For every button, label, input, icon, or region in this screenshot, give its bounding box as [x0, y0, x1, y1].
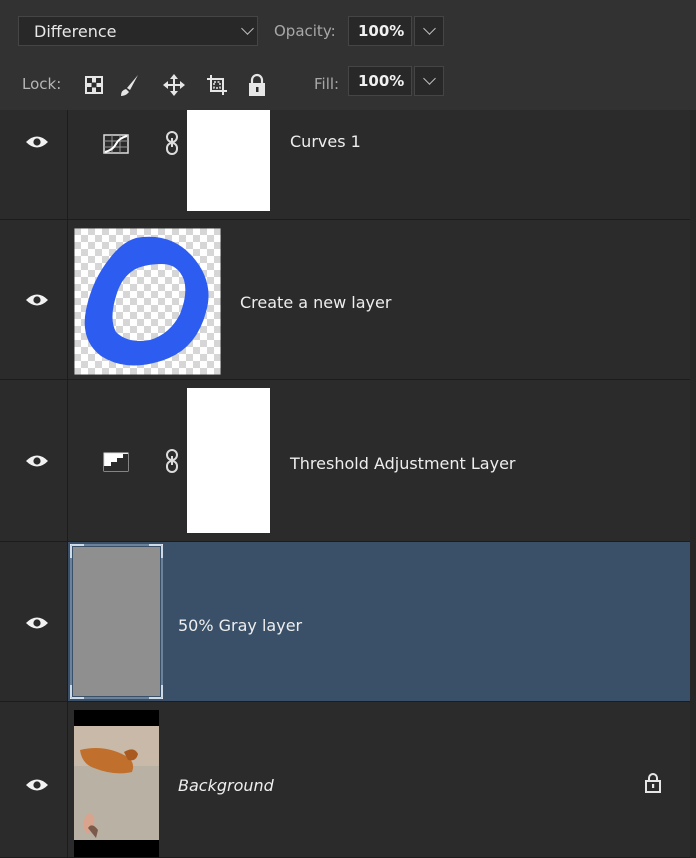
threshold-icon	[103, 452, 129, 472]
layer-name[interactable]: Threshold Adjustment Layer	[290, 454, 516, 473]
lock-all-icon[interactable]	[243, 71, 271, 99]
lock-label: Lock:	[22, 75, 62, 93]
visibility-column	[0, 702, 68, 857]
layer-row[interactable]: Create a new layer	[0, 220, 690, 380]
eye-icon[interactable]	[25, 453, 49, 469]
fill-value: 100%	[358, 72, 405, 90]
blend-mode-dropdown[interactable]: Difference	[18, 16, 258, 46]
layer-name[interactable]: 50% Gray layer	[178, 616, 302, 635]
chevron-down-icon	[423, 72, 436, 85]
lock-image-pixels-icon[interactable]	[116, 71, 144, 99]
curves-icon	[103, 134, 129, 154]
chevron-down-icon	[241, 22, 254, 35]
visibility-column	[0, 542, 68, 701]
layer-name[interactable]: Create a new layer	[240, 293, 391, 312]
visibility-column	[0, 380, 68, 541]
layer-row[interactable]: Threshold Adjustment Layer	[0, 380, 690, 542]
opacity-slider-button[interactable]	[414, 16, 444, 46]
layer-thumbnail[interactable]	[70, 544, 163, 699]
opacity-input[interactable]: 100%	[348, 16, 412, 46]
visibility-column	[0, 220, 68, 379]
lock-icon[interactable]	[644, 772, 662, 794]
mask-link-icon[interactable]	[165, 130, 179, 156]
layer-row-selected[interactable]: 50% Gray layer	[0, 542, 690, 702]
lock-artboard-icon[interactable]	[203, 71, 231, 99]
layers-list: Curves 1 Create a new layer Threshold Ad…	[0, 110, 696, 858]
layer-name[interactable]: Background	[178, 776, 274, 795]
opacity-value: 100%	[358, 22, 405, 40]
layer-mask-thumbnail[interactable]	[187, 110, 270, 211]
layer-thumbnail[interactable]	[74, 228, 221, 375]
blend-mode-value: Difference	[34, 22, 117, 41]
chevron-down-icon	[423, 22, 436, 35]
fill-input[interactable]: 100%	[348, 66, 412, 96]
fill-label: Fill:	[314, 75, 340, 93]
eye-icon[interactable]	[25, 134, 49, 150]
scrollbar[interactable]	[690, 110, 696, 858]
fill-slider-button[interactable]	[414, 66, 444, 96]
layer-row[interactable]: Background	[0, 702, 690, 858]
layer-row[interactable]: Curves 1	[0, 110, 690, 220]
layer-mask-thumbnail[interactable]	[187, 388, 270, 533]
eye-icon[interactable]	[25, 292, 49, 308]
opacity-label: Opacity:	[274, 22, 336, 40]
lock-position-icon[interactable]	[160, 71, 188, 99]
visibility-column	[0, 110, 68, 219]
mask-link-icon[interactable]	[165, 448, 179, 474]
eye-icon[interactable]	[25, 615, 49, 631]
layer-thumbnail[interactable]	[74, 710, 159, 857]
layer-name[interactable]: Curves 1	[290, 132, 361, 151]
layers-options-bar: Difference Opacity: 100%	[0, 0, 696, 63]
eye-icon[interactable]	[25, 777, 49, 793]
lock-transparent-pixels-icon[interactable]	[80, 71, 108, 99]
